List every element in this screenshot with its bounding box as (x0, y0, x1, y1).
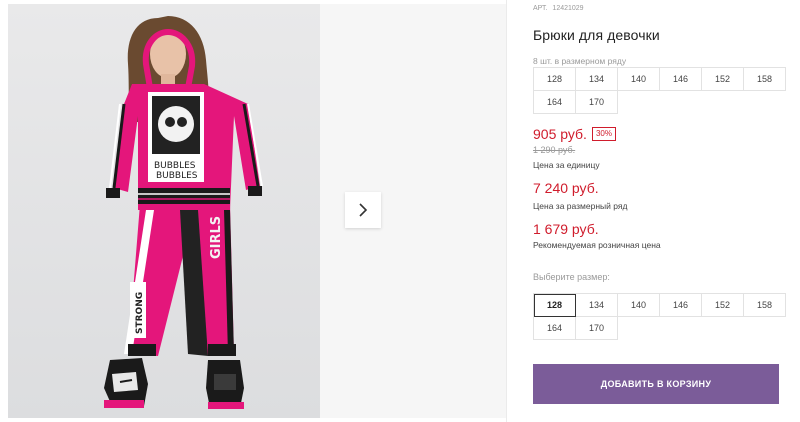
product-photo[interactable]: BUBBLES BUBBLES GIRLS STRONG (8, 4, 320, 418)
sku-label: АРТ. (533, 5, 548, 12)
size-option-170[interactable]: 170 (576, 317, 618, 340)
sku-value: 12421029 (552, 5, 584, 12)
pack-size-cell: 128 (534, 68, 576, 91)
pack-price-label: Цена за размерный ряд (533, 201, 628, 211)
pack-size-cell: 164 (534, 91, 576, 114)
hoodie-print-text-2: BUBBLES (156, 171, 198, 181)
size-option-158[interactable]: 158 (744, 294, 786, 317)
size-option-164[interactable]: 164 (534, 317, 576, 340)
pack-size-cell: 140 (618, 68, 660, 91)
pack-size-cell: 146 (660, 68, 702, 91)
pack-size-grid: 128 134 140 146 152 158 164 170 (533, 67, 786, 114)
recommended-price-label: Рекомендуемая розничная цена (533, 240, 661, 250)
next-image-button[interactable] (345, 192, 381, 228)
chevron-right-icon (359, 203, 368, 217)
legging-side-text: GIRLS (209, 216, 224, 259)
sku-line: АРТ. 12421029 (533, 5, 584, 12)
legging-patch-text: STRONG (135, 292, 145, 334)
size-option-152[interactable]: 152 (702, 294, 744, 317)
current-price: 905 руб. (533, 126, 587, 142)
model-illustration: BUBBLES BUBBLES GIRLS STRONG (104, 16, 263, 409)
choose-size-label: Выберите размер: (533, 272, 610, 282)
pack-size-cell: 152 (702, 68, 744, 91)
unit-price-label: Цена за единицу (533, 160, 600, 170)
product-title: Брюки для девочки (533, 27, 660, 43)
price-row: 905 руб. 30% (533, 126, 616, 142)
pack-size-cell: 170 (576, 91, 618, 114)
pack-size-cell: 134 (576, 68, 618, 91)
product-gallery: BUBBLES BUBBLES GIRLS STRONG (0, 0, 506, 422)
size-option-146[interactable]: 146 (660, 294, 702, 317)
hoodie-print-text: BUBBLES (154, 161, 196, 171)
size-selector: 128 134 140 146 152 158 164 170 (533, 293, 786, 340)
panel-divider (506, 0, 507, 422)
add-to-cart-button[interactable]: ДОБАВИТЬ В КОРЗИНУ (533, 364, 779, 404)
pack-size-cell: 158 (744, 68, 786, 91)
pack-note: 8 шт. в размерном ряду (533, 56, 627, 66)
recommended-price: 1 679 руб. (533, 221, 599, 237)
discount-badge: 30% (591, 127, 616, 141)
pack-price: 7 240 руб. (533, 180, 599, 196)
old-price: 1 290 руб. (533, 145, 576, 155)
size-option-140[interactable]: 140 (618, 294, 660, 317)
size-option-134[interactable]: 134 (576, 294, 618, 317)
size-option-128[interactable]: 128 (534, 294, 576, 317)
